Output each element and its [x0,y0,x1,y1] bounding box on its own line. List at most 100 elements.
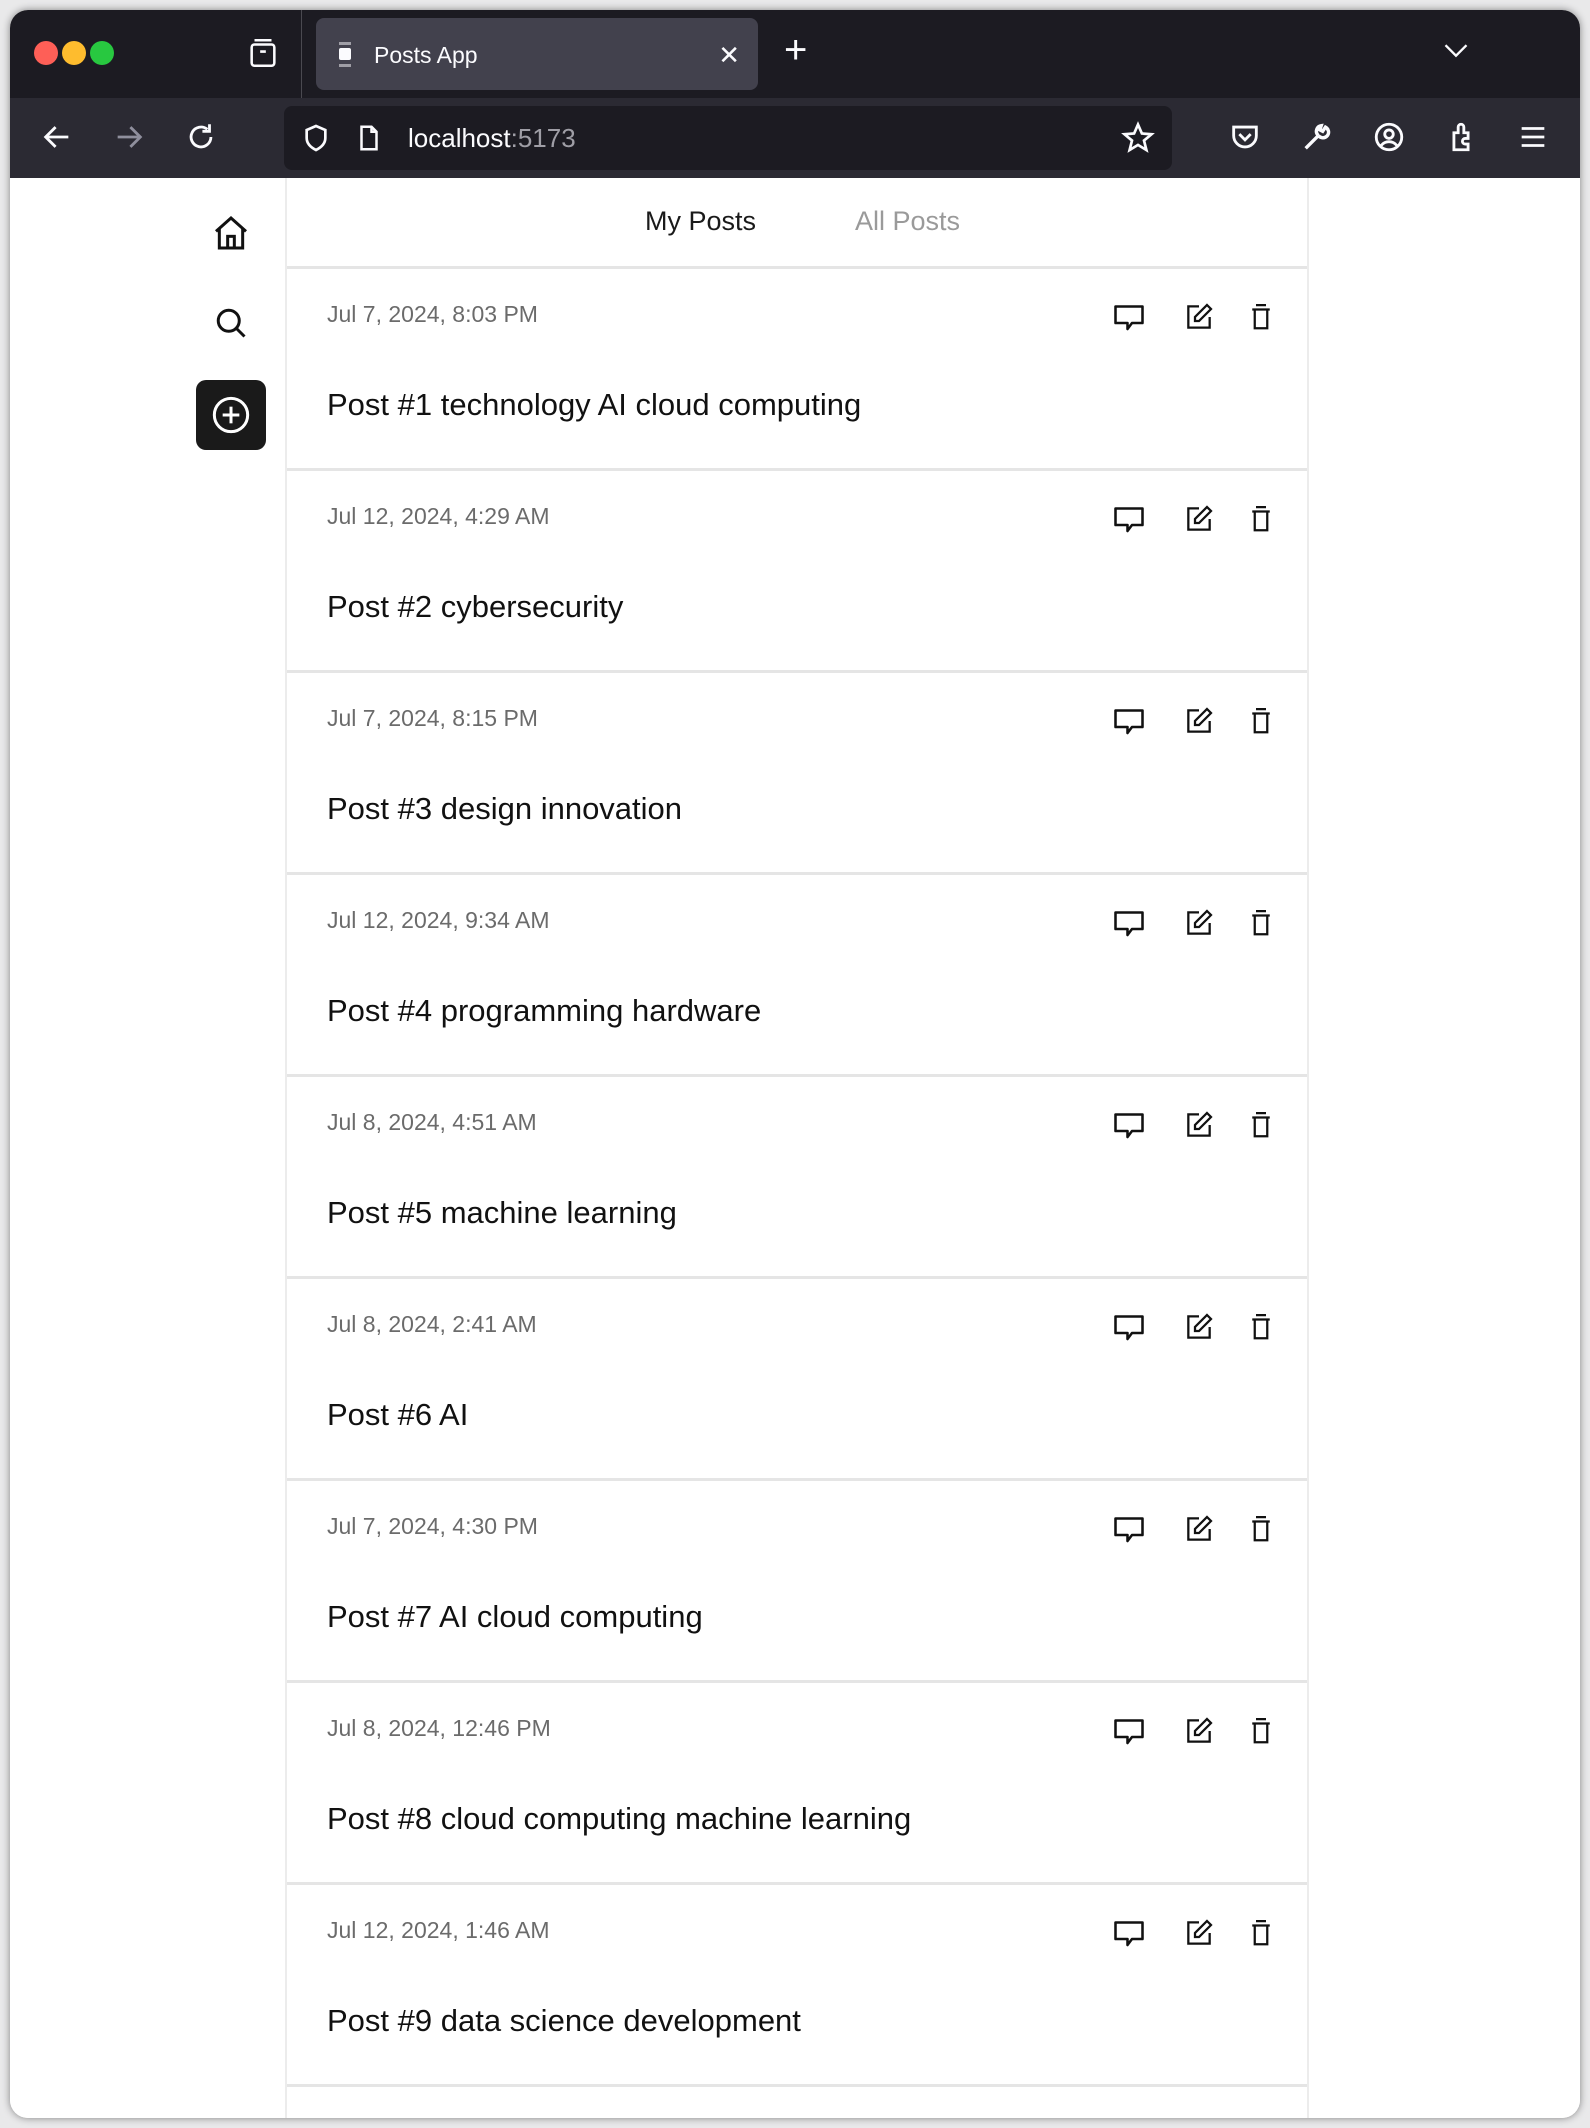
url-bar[interactable]: localhost:5173 [284,106,1172,170]
home-icon [215,215,247,250]
post-date: Jul 7, 2024, 4:30 PM [327,1513,538,1539]
post-date: Jul 7, 2024, 8:03 PM [327,301,538,327]
edit-button[interactable] [1179,1913,1219,1953]
search-icon [216,308,246,338]
tab-all-posts[interactable]: All Posts [855,206,960,237]
browser-window: Posts App ✕ + localhost:5173 My Posts Al… [10,10,1580,2118]
post-item[interactable]: Jul 12, 2024, 9:34 AM Post #4 programming… [287,875,1307,1077]
url-text[interactable]: localhost:5173 [408,123,576,154]
delete-icon [1246,1513,1276,1545]
post-date: Jul 8, 2024, 12:46 PM [327,1715,551,1741]
post-date: Jul 12, 2024, 4:29 AM [327,503,550,529]
post-title[interactable]: Post #6 AI [327,1397,468,1433]
shield-icon[interactable] [300,122,332,154]
comment-button[interactable] [1109,1711,1149,1751]
edit-icon [1183,1917,1215,1949]
edit-button[interactable] [1179,499,1219,539]
browser-tab[interactable]: Posts App ✕ [316,18,758,90]
comment-icon [1111,1915,1147,1951]
comment-icon [1111,299,1147,335]
post-item[interactable]: Jul 8, 2024, 4:51 AM Post #5 machine lear… [287,1077,1307,1279]
comment-icon [1111,1511,1147,1547]
delete-button[interactable] [1241,903,1281,943]
plus-circle-icon [212,396,250,434]
comment-button[interactable] [1109,1509,1149,1549]
comment-icon [1111,1713,1147,1749]
delete-icon [1246,1109,1276,1141]
back-icon[interactable] [40,120,74,154]
delete-button[interactable] [1241,1105,1281,1145]
delete-icon [1246,1917,1276,1949]
post-title[interactable]: Post #3 design innovation [327,791,682,827]
comment-button[interactable] [1109,1913,1149,1953]
maximize-window-button[interactable] [90,41,114,65]
post-item[interactable]: Jul 12, 2024, 4:29 AM Post #2 cybersecuri… [287,471,1307,673]
comment-button[interactable] [1109,1307,1149,1347]
new-tab-icon[interactable]: + [784,28,807,73]
posts-column: My Posts All Posts Jul 7, 2024, 8:03 PM P… [285,178,1309,2118]
edit-button[interactable] [1179,297,1219,337]
edit-button[interactable] [1179,1711,1219,1751]
comment-button[interactable] [1109,903,1149,943]
tab-favicon-icon [339,42,351,67]
minimize-window-button[interactable] [62,41,86,65]
edit-icon [1183,1513,1215,1545]
wrench-icon[interactable] [1300,120,1334,154]
comment-button[interactable] [1109,1105,1149,1145]
account-icon[interactable] [1372,120,1406,154]
post-title[interactable]: Post #4 programming hardware [327,993,761,1029]
close-window-button[interactable] [34,41,58,65]
divider [301,10,302,98]
edit-button[interactable] [1179,1509,1219,1549]
post-item[interactable]: Jul 8, 2024, 12:46 PM Post #8 cloud compu… [287,1683,1307,1885]
post-title[interactable]: Post #8 cloud computing machine learning [327,1801,911,1837]
delete-button[interactable] [1241,701,1281,741]
delete-button[interactable] [1241,1711,1281,1751]
comment-icon [1111,905,1147,941]
page-content: My Posts All Posts Jul 7, 2024, 8:03 PM P… [10,178,1580,2118]
comment-icon [1111,703,1147,739]
close-tab-icon[interactable]: ✕ [718,40,740,71]
comment-button[interactable] [1109,701,1149,741]
forward-icon[interactable] [112,120,146,154]
post-date: Jul 8, 2024, 4:51 AM [327,1109,537,1135]
delete-button[interactable] [1241,1913,1281,1953]
edit-button[interactable] [1179,701,1219,741]
post-item[interactable]: Jul 12, 2024, 1:46 AM Post #9 data scienc… [287,1885,1307,2087]
edit-icon [1183,907,1215,939]
post-item[interactable]: Jul 7, 2024, 8:03 PM Post #1 technology A… [287,269,1307,471]
delete-button[interactable] [1241,1307,1281,1347]
sidebar-item-create-post[interactable] [196,380,266,450]
comment-button[interactable] [1109,297,1149,337]
menu-icon[interactable] [1516,120,1550,154]
post-title[interactable]: Post #5 machine learning [327,1195,677,1231]
post-title[interactable]: Post #7 AI cloud computing [327,1599,703,1635]
delete-icon [1246,503,1276,535]
bookmark-star-icon[interactable] [1120,120,1156,156]
post-title[interactable]: Post #9 data science development [327,2003,801,2039]
post-item[interactable]: Jul 7, 2024, 4:30 PM Post #7 AI cloud com… [287,1481,1307,1683]
extensions-icon[interactable] [1444,120,1478,154]
delete-button[interactable] [1241,1509,1281,1549]
sidebar-item-home[interactable] [196,198,266,268]
tab-my-posts[interactable]: My Posts [645,206,756,237]
edit-icon [1183,1311,1215,1343]
tab-overview-icon[interactable] [246,36,280,70]
edit-button[interactable] [1179,1105,1219,1145]
pocket-icon[interactable] [1228,120,1262,154]
edit-button[interactable] [1179,1307,1219,1347]
tab-bar: Posts App ✕ + [10,10,1580,98]
comment-button[interactable] [1109,499,1149,539]
post-item[interactable]: Jul 8, 2024, 2:41 AM Post #6 AI [287,1279,1307,1481]
post-item[interactable]: Jul 7, 2024, 8:15 PM Post #3 design innov… [287,673,1307,875]
reload-icon[interactable] [184,120,218,154]
delete-button[interactable] [1241,499,1281,539]
edit-icon [1183,1109,1215,1141]
edit-button[interactable] [1179,903,1219,943]
sidebar-item-search[interactable] [196,288,266,358]
chevron-down-icon[interactable] [1442,40,1470,62]
post-title[interactable]: Post #1 technology AI cloud computing [327,387,861,423]
post-title[interactable]: Post #2 cybersecurity [327,589,623,625]
delete-button[interactable] [1241,297,1281,337]
post-date: Jul 7, 2024, 8:15 PM [327,705,538,731]
